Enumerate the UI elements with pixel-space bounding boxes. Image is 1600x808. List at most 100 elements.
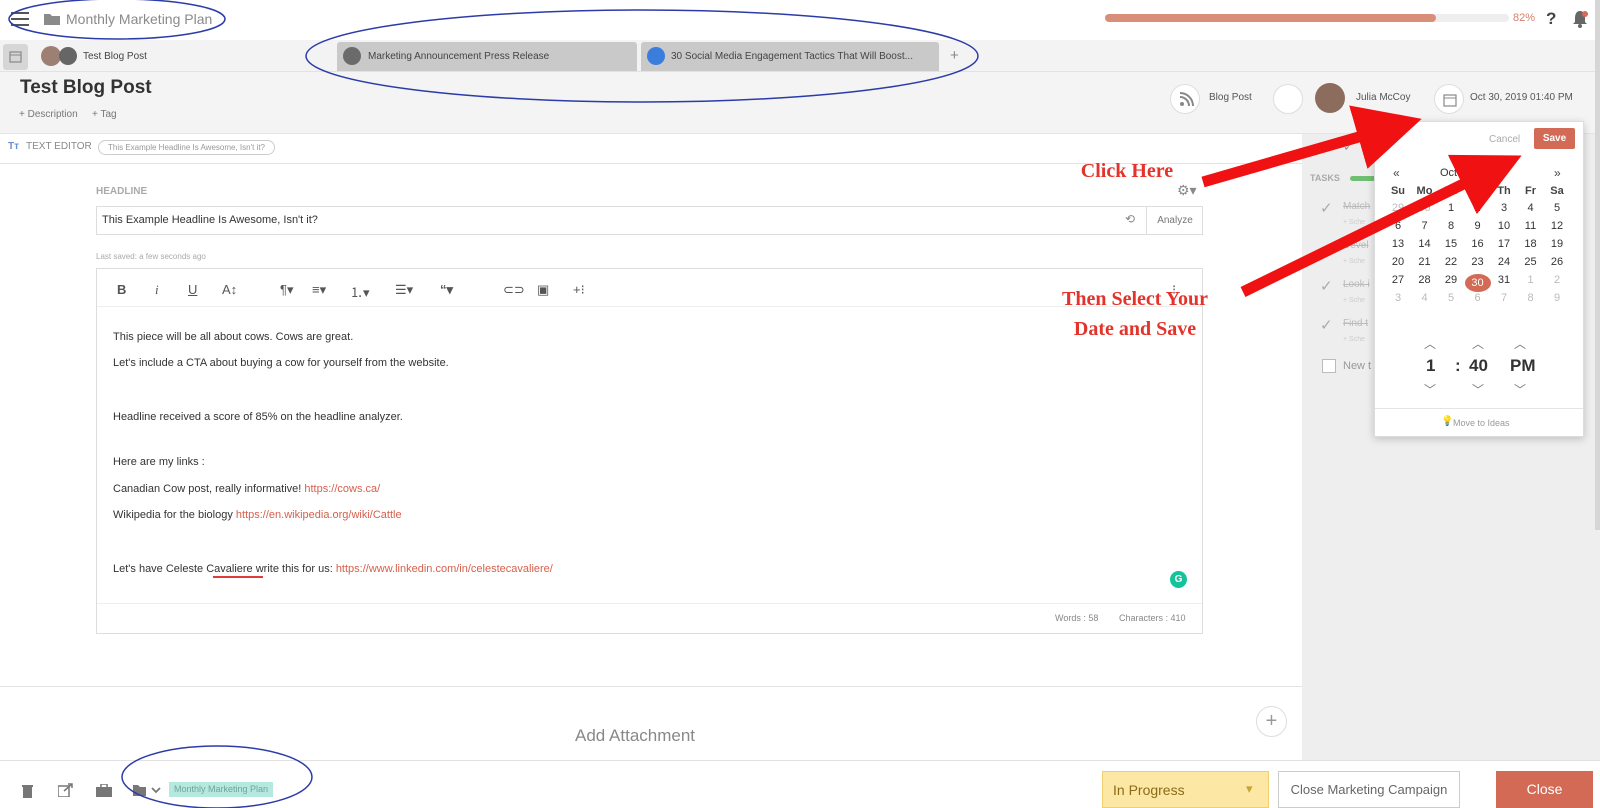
notification-bell-icon[interactable] bbox=[1572, 10, 1588, 28]
calendar-day[interactable]: 15 bbox=[1438, 238, 1464, 250]
new-task-input[interactable]: New t bbox=[1343, 360, 1371, 372]
task-schedule[interactable]: + Sche bbox=[1343, 297, 1365, 304]
due-date-calendar-icon[interactable] bbox=[1434, 84, 1464, 114]
ampm-up-icon[interactable]: ︿ bbox=[1514, 335, 1526, 352]
add-tab-icon[interactable]: + bbox=[950, 47, 959, 64]
calendar-day[interactable]: 2 bbox=[1544, 274, 1570, 286]
settings-gear-icon[interactable]: ⚙▾ bbox=[1177, 182, 1197, 199]
calendar-day[interactable]: 7 bbox=[1412, 220, 1438, 232]
calendar-day[interactable]: 28 bbox=[1412, 274, 1438, 286]
minute-up-icon[interactable]: ︿ bbox=[1472, 335, 1484, 352]
calendar-day[interactable]: 16 bbox=[1465, 238, 1491, 250]
new-task-checkbox[interactable] bbox=[1322, 359, 1336, 373]
body-link[interactable]: https://cows.ca/ bbox=[304, 483, 380, 495]
scrollbar[interactable] bbox=[1595, 0, 1600, 530]
move-to-ideas-link[interactable]: Move to Ideas bbox=[1453, 418, 1510, 428]
cancel-button[interactable]: Cancel bbox=[1489, 134, 1520, 145]
move-folder-icon[interactable] bbox=[133, 784, 163, 796]
close-button[interactable]: Close bbox=[1496, 771, 1593, 808]
task-name[interactable]: Look i bbox=[1343, 279, 1370, 290]
bullet-list-icon[interactable]: ☰▾ bbox=[395, 282, 413, 298]
calendar-day[interactable]: 19 bbox=[1544, 238, 1570, 250]
tab-social-media[interactable]: 30 Social Media Engagement Tactics That … bbox=[641, 42, 939, 71]
hour-up-icon[interactable]: ︿ bbox=[1424, 335, 1436, 352]
add-attachment-icon[interactable]: + bbox=[1256, 706, 1287, 737]
calendar-day[interactable]: 29 bbox=[1438, 274, 1464, 286]
calendar-day[interactable]: 1 bbox=[1518, 274, 1544, 286]
minute-down-icon[interactable]: ﹀ bbox=[1472, 381, 1484, 398]
insert-more-icon[interactable]: +⁝ bbox=[573, 282, 585, 298]
ampm-value[interactable]: PM bbox=[1510, 356, 1536, 376]
campaign-tag[interactable]: Monthly Marketing Plan bbox=[169, 782, 274, 797]
task-check-icon[interactable]: ✓ bbox=[1320, 316, 1333, 334]
task-check-icon[interactable]: ✓ bbox=[1320, 277, 1333, 295]
font-size-icon[interactable]: A↕ bbox=[222, 282, 237, 297]
hamburger-menu-icon[interactable] bbox=[11, 12, 29, 26]
prev-month-button[interactable]: « bbox=[1393, 166, 1400, 180]
campaign-title-link[interactable]: Monthly Marketing Plan bbox=[66, 11, 212, 27]
author-avatar[interactable] bbox=[1315, 83, 1345, 113]
add-description-link[interactable]: + Description bbox=[19, 109, 78, 120]
trash-icon[interactable] bbox=[21, 783, 34, 798]
next-month-button[interactable]: » bbox=[1554, 166, 1561, 180]
calendar-day[interactable]: 14 bbox=[1412, 238, 1438, 250]
calendar-day[interactable]: 7 bbox=[1491, 292, 1517, 304]
month-year-label[interactable]: October 2019 bbox=[1440, 167, 1507, 179]
bold-icon[interactable]: B bbox=[117, 282, 126, 297]
calendar-day[interactable]: 29 bbox=[1385, 202, 1411, 214]
calendar-day[interactable]: 25 bbox=[1518, 256, 1544, 268]
quote-icon[interactable]: “▾ bbox=[440, 282, 453, 298]
calendar-day[interactable]: 6 bbox=[1465, 292, 1491, 304]
close-campaign-button[interactable]: Close Marketing Campaign bbox=[1278, 771, 1460, 808]
history-icon[interactable]: ⟲ bbox=[1125, 212, 1135, 226]
ordered-list-icon[interactable]: ⒈▾ bbox=[350, 282, 370, 301]
calendar-day[interactable]: 3 bbox=[1385, 292, 1411, 304]
calendar-day[interactable]: 23 bbox=[1465, 256, 1491, 268]
calendar-day[interactable]: 31 bbox=[1491, 274, 1517, 286]
calendar-day[interactable]: 18 bbox=[1518, 238, 1544, 250]
calendar-day[interactable]: 5 bbox=[1438, 292, 1464, 304]
calendar-day[interactable]: 22 bbox=[1438, 256, 1464, 268]
headline-pill[interactable]: This Example Headline Is Awesome, Isn't … bbox=[98, 140, 276, 155]
calendar-day[interactable]: 8 bbox=[1518, 292, 1544, 304]
calendar-day[interactable]: 5 bbox=[1544, 202, 1570, 214]
calendar-day[interactable]: 9 bbox=[1544, 292, 1570, 304]
status-select[interactable]: In Progress ▾ bbox=[1102, 771, 1269, 808]
help-icon[interactable]: ? bbox=[1546, 9, 1556, 29]
content-type-rss-icon[interactable] bbox=[1170, 84, 1200, 114]
calendar-day[interactable]: 13 bbox=[1385, 238, 1411, 250]
calendar-day[interactable]: 9 bbox=[1465, 220, 1491, 232]
share-icon[interactable] bbox=[58, 783, 74, 797]
calendar-day[interactable]: 12 bbox=[1544, 220, 1570, 232]
calendar-day[interactable]: 4 bbox=[1518, 202, 1544, 214]
save-button[interactable]: Save bbox=[1534, 128, 1575, 149]
calendar-day[interactable]: 2 bbox=[1465, 202, 1491, 214]
calendar-day[interactable]: 21 bbox=[1412, 256, 1438, 268]
grammarly-icon[interactable]: G bbox=[1170, 571, 1187, 588]
calendar-day[interactable]: 4 bbox=[1412, 292, 1438, 304]
due-date-text[interactable]: Oct 30, 2019 01:40 PM bbox=[1470, 92, 1573, 103]
task-schedule[interactable]: + Sche bbox=[1343, 336, 1365, 343]
calendar-day[interactable]: 30 bbox=[1464, 274, 1491, 292]
hour-down-icon[interactable]: ﹀ bbox=[1424, 381, 1436, 398]
calendar-day[interactable]: 3 bbox=[1491, 202, 1517, 214]
task-name[interactable]: Devel bbox=[1343, 240, 1369, 251]
add-attachment-label[interactable]: Add Attachment bbox=[575, 726, 695, 746]
body-link[interactable]: https://en.wikipedia.org/wiki/Cattle bbox=[236, 509, 402, 521]
task-schedule[interactable]: + Sche bbox=[1343, 258, 1365, 265]
task-name[interactable]: Find t bbox=[1343, 318, 1368, 329]
calendar-day[interactable]: 24 bbox=[1491, 256, 1517, 268]
calendar-day[interactable]: 11 bbox=[1518, 220, 1544, 232]
calendar-day[interactable]: 30 bbox=[1412, 202, 1438, 214]
task-schedule[interactable]: + Sche bbox=[1343, 219, 1365, 226]
image-icon[interactable]: ▣ bbox=[537, 282, 549, 298]
calendar-day[interactable]: 6 bbox=[1385, 220, 1411, 232]
italic-icon[interactable]: i bbox=[155, 282, 159, 298]
calendar-day[interactable]: 27 bbox=[1385, 274, 1411, 286]
align-icon[interactable]: ≡▾ bbox=[312, 282, 326, 298]
status-circle[interactable] bbox=[1273, 84, 1303, 114]
calendar-day[interactable]: 20 bbox=[1385, 256, 1411, 268]
body-link[interactable]: https://www.linkedin.com/in/celestecaval… bbox=[336, 563, 553, 575]
underline-icon[interactable]: U bbox=[188, 282, 197, 297]
ampm-down-icon[interactable]: ﹀ bbox=[1514, 381, 1526, 398]
